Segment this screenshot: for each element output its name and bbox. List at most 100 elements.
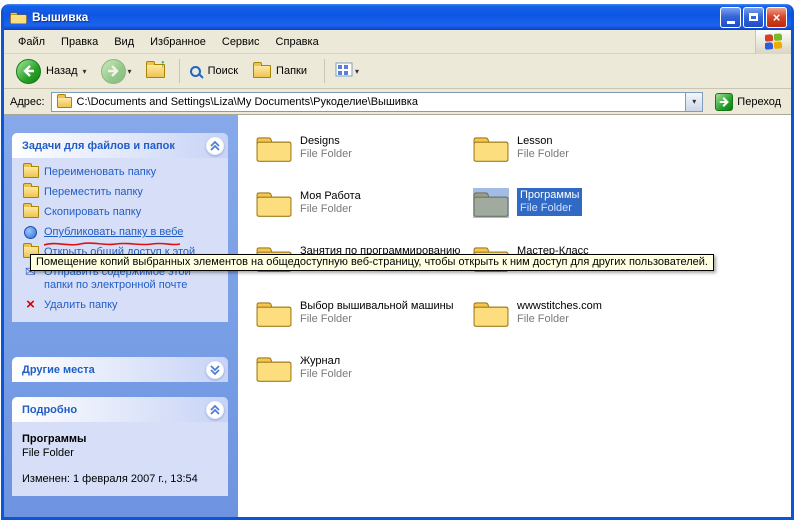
address-folder-icon: [57, 97, 72, 108]
details-pane: Подробно Программы File Folder Изменен: …: [12, 397, 228, 496]
menu-help[interactable]: Справка: [268, 32, 327, 52]
forward-button[interactable]: ▾: [97, 57, 138, 86]
toolbar: Назад ▾ ▾ ↑ Поиск Папки: [4, 54, 791, 89]
folder-item[interactable]: ЖурналFile Folder: [256, 353, 471, 383]
chevron-down-icon: ▾: [692, 97, 696, 106]
main-area: Задачи для файлов и папок Переименовать …: [4, 115, 791, 517]
folders-label: Папки: [276, 65, 307, 77]
address-bar: Адрес: C:\Documents and Settings\Liza\My…: [4, 89, 791, 115]
folders-button[interactable]: Папки: [249, 63, 314, 80]
menu-tools[interactable]: Сервис: [214, 32, 268, 52]
menu-edit[interactable]: Правка: [53, 32, 106, 52]
folder-name: Выбор вышивальной машины: [300, 300, 471, 313]
details-pane-body: Программы File Folder Изменен: 1 февраля…: [12, 422, 228, 496]
maximize-button[interactable]: [743, 7, 764, 28]
other-places-pane: Другие места: [12, 357, 228, 382]
folder-type: File Folder: [300, 203, 361, 216]
title-bar[interactable]: Вышивка ×: [4, 4, 791, 30]
red-underline-annotation: [42, 239, 182, 251]
details-pane-header[interactable]: Подробно: [12, 397, 228, 422]
forward-icon: [101, 59, 126, 84]
minimize-icon: [727, 21, 735, 24]
rename-folder-icon: [22, 166, 39, 178]
window-title: Вышивка: [32, 10, 718, 24]
details-type: File Folder: [22, 446, 218, 460]
other-places-header[interactable]: Другие места: [12, 357, 228, 382]
other-places-title: Другие места: [22, 364, 95, 376]
move-folder-icon: [22, 186, 39, 198]
chevron-up-icon: [209, 140, 221, 152]
task-publish-folder-to-web[interactable]: Опубликовать папку в вебе: [22, 226, 222, 239]
tasks-pane-body: Переименовать папку Переместить папку Ск…: [12, 158, 228, 322]
file-folder-tasks-pane: Задачи для файлов и папок Переименовать …: [12, 133, 228, 322]
task-delete-folder[interactable]: × Удалить папку: [22, 299, 222, 312]
tasks-pane-title: Задачи для файлов и папок: [22, 140, 175, 152]
up-button[interactable]: ↑: [142, 62, 169, 80]
folder-icon[interactable]: [256, 298, 292, 328]
copy-folder-icon: [22, 206, 39, 218]
folder-item[interactable]: Моя РаботаFile Folder: [256, 188, 471, 218]
folder-name: Моя Работа: [300, 190, 361, 203]
tasks-collapse-button[interactable]: [206, 137, 224, 155]
folder-icon[interactable]: [256, 188, 292, 218]
folder-icon[interactable]: [473, 133, 509, 163]
address-combobox[interactable]: C:\Documents and Settings\Liza\My Docume…: [51, 92, 704, 112]
folder-type: File Folder: [520, 202, 579, 215]
folder-type: File Folder: [300, 148, 352, 161]
forward-chevron-down-icon[interactable]: ▾: [128, 67, 132, 76]
back-chevron-down-icon[interactable]: ▾: [83, 67, 87, 76]
address-label: Адрес:: [10, 96, 45, 108]
views-chevron-down-icon[interactable]: ▾: [355, 67, 359, 76]
folder-type: File Folder: [300, 313, 471, 326]
folder-name: Программы: [520, 189, 579, 202]
windows-logo-icon: [755, 30, 791, 54]
folder-icon[interactable]: [473, 298, 509, 328]
folder-name: Designs: [300, 135, 352, 148]
folder-item-selected[interactable]: ПрограммыFile Folder: [473, 188, 688, 218]
window-folder-icon: [10, 10, 27, 25]
delete-icon: ×: [22, 299, 39, 311]
tasks-pane-header[interactable]: Задачи для файлов и папок: [12, 133, 228, 158]
menu-favorites[interactable]: Избранное: [142, 32, 214, 52]
folder-item[interactable]: LessonFile Folder: [473, 133, 688, 163]
search-button[interactable]: Поиск: [186, 63, 245, 79]
back-button[interactable]: Назад ▾: [12, 57, 93, 86]
details-pane-title: Подробно: [22, 404, 77, 416]
other-places-expand-button[interactable]: [206, 361, 224, 379]
task-copy-folder[interactable]: Скопировать папку: [22, 206, 222, 219]
details-collapse-button[interactable]: [206, 401, 224, 419]
close-button[interactable]: ×: [766, 7, 787, 28]
search-icon: [190, 66, 201, 77]
desktop: Вышивка × Файл Правка Вид Избранное Серв…: [0, 0, 796, 521]
address-input[interactable]: C:\Documents and Settings\Liza\My Docume…: [77, 96, 686, 108]
explorer-window: Вышивка × Файл Правка Вид Избранное Серв…: [1, 4, 794, 520]
minimize-button[interactable]: [720, 7, 741, 28]
address-dropdown-button[interactable]: ▾: [685, 93, 702, 111]
task-rename-folder[interactable]: Переименовать папку: [22, 166, 222, 179]
task-pane-sidebar: Задачи для файлов и папок Переименовать …: [4, 115, 238, 517]
folders-icon: [253, 65, 271, 78]
menu-bar: Файл Правка Вид Избранное Сервис Справка: [4, 30, 791, 54]
tooltip-text: Помещение копий выбранных элементов на о…: [36, 256, 708, 268]
folder-item[interactable]: Выбор вышивальной машиныFile Folder: [256, 298, 471, 328]
folder-icon[interactable]: [256, 353, 292, 383]
folder-type: File Folder: [517, 313, 602, 326]
folder-icon[interactable]: [473, 188, 509, 218]
folder-type: File Folder: [517, 148, 569, 161]
go-button[interactable]: Переход: [711, 92, 785, 112]
menu-view[interactable]: Вид: [106, 32, 142, 52]
toolbar-separator: [179, 59, 180, 83]
folder-icon[interactable]: [256, 133, 292, 163]
task-move-folder[interactable]: Переместить папку: [22, 186, 222, 199]
tooltip: Помещение копий выбранных элементов на о…: [30, 254, 714, 271]
views-button[interactable]: ▾: [331, 60, 365, 82]
folder-view[interactable]: DesignsFile Folder LessonFile Folder Моя…: [238, 115, 791, 517]
folder-item[interactable]: DesignsFile Folder: [256, 133, 471, 163]
folder-item[interactable]: wwwstitches.comFile Folder: [473, 298, 688, 328]
go-label: Переход: [737, 96, 781, 108]
chevron-down-icon: [209, 364, 221, 376]
menu-file[interactable]: Файл: [10, 32, 53, 52]
search-label: Поиск: [208, 65, 238, 77]
folder-name: Журнал: [300, 355, 352, 368]
close-icon: ×: [773, 10, 781, 25]
